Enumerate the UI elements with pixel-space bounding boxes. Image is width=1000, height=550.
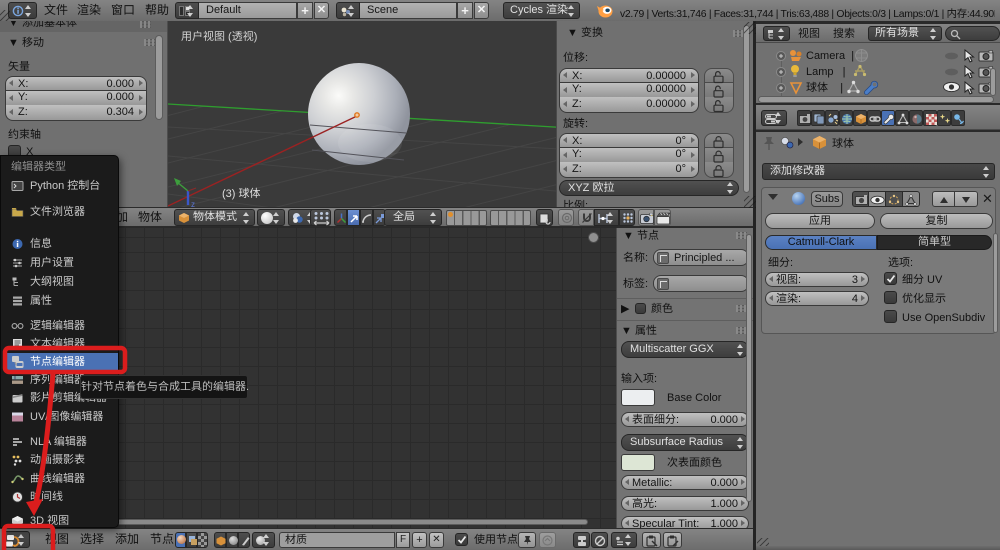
- svg-text:z: z: [191, 200, 195, 207]
